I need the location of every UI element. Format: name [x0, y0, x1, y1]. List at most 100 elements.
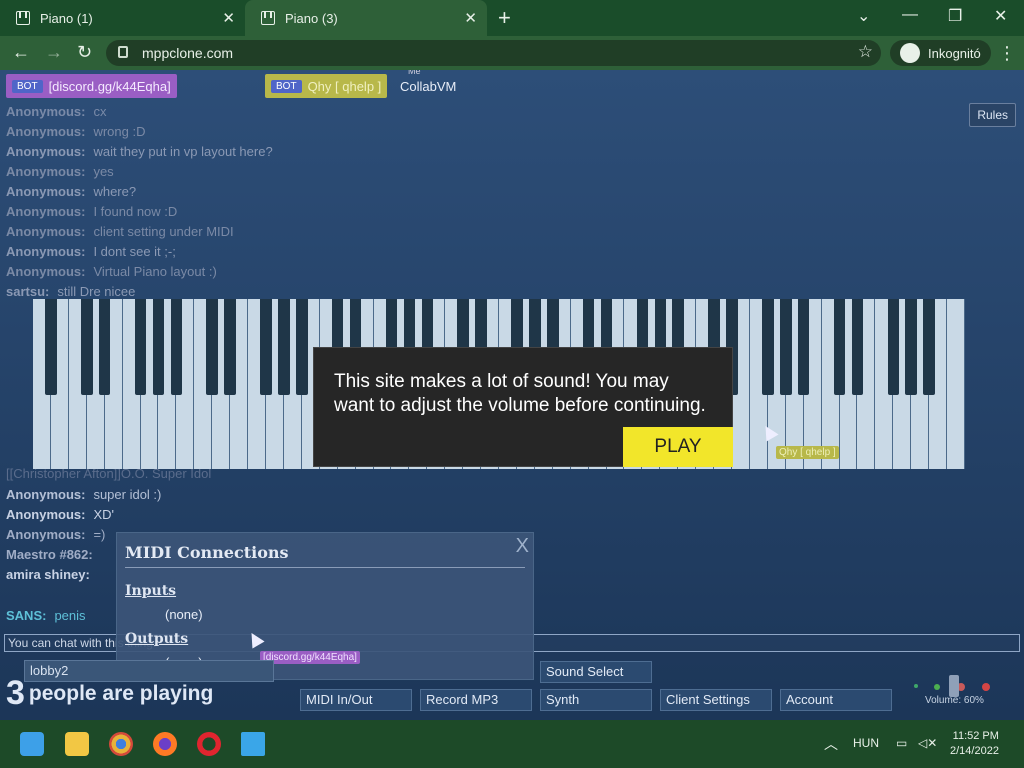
chat-message: Anonymous: I dont see it ;-; — [6, 244, 176, 259]
chat-text: Virtual Piano layout :) — [93, 264, 217, 279]
black-key[interactable] — [833, 299, 846, 395]
chat-author: Anonymous: — [6, 184, 86, 199]
black-key[interactable] — [45, 299, 57, 395]
minimize-window-button[interactable]: — — [902, 6, 918, 24]
chrome-icon[interactable] — [109, 732, 133, 756]
chat-author: SANS: — [6, 608, 47, 623]
play-button[interactable]: PLAY — [623, 427, 733, 467]
black-key[interactable] — [206, 299, 218, 395]
language-indicator[interactable]: HUN — [853, 736, 879, 750]
tab-title: Piano (1) — [40, 10, 93, 26]
player-tag-discord-bot[interactable]: BOT [discord.gg/k44Eqha] — [6, 74, 177, 98]
black-key[interactable] — [81, 299, 93, 395]
piano-favicon-icon — [261, 11, 275, 25]
chat-text: where? — [93, 184, 137, 199]
tab-piano-1[interactable]: Piano (1) ✕ — [0, 0, 245, 36]
midi-outputs-heading[interactable]: Outputs — [125, 631, 188, 647]
black-key[interactable] — [797, 299, 810, 395]
black-key[interactable] — [923, 299, 935, 395]
chat-text: penis — [54, 608, 86, 623]
volume-label: Volume: 60% — [925, 695, 984, 706]
player-count-number: 3 — [6, 674, 25, 712]
black-key[interactable] — [296, 299, 308, 395]
player-count: 3 people are playing — [6, 674, 213, 713]
player-tag-me[interactable]: Me CollabVM — [394, 70, 462, 98]
black-key[interactable] — [134, 299, 147, 395]
black-key[interactable] — [278, 299, 290, 395]
chat-message: amira shiney: — [6, 567, 98, 582]
incognito-label: Inkognitó — [928, 45, 981, 61]
midi-title: MIDI Connections — [125, 543, 289, 562]
volume-muted-icon[interactable]: ◁✕ — [918, 736, 937, 750]
midi-close-button[interactable]: X — [516, 535, 529, 558]
bookmark-star-icon[interactable]: ☆ — [858, 42, 873, 62]
rules-button[interactable]: Rules — [969, 103, 1016, 127]
black-key[interactable] — [98, 299, 111, 395]
omnibox[interactable]: mppclone.com ☆ — [106, 40, 881, 66]
black-key[interactable] — [224, 299, 236, 395]
chat-text: client setting under MIDI — [93, 224, 234, 239]
tab-title: Piano (3) — [285, 10, 338, 26]
chat-author: Anonymous: — [6, 527, 86, 542]
opera-icon[interactable] — [197, 732, 221, 756]
windows-start-icon[interactable] — [20, 732, 44, 756]
remote-cursor-label: [discord.gg/k44Eqha] — [260, 651, 360, 664]
volume-slider[interactable] — [949, 675, 959, 697]
close-tab-icon[interactable]: ✕ — [464, 9, 477, 27]
sound-select-button[interactable]: Sound Select — [540, 661, 652, 683]
restore-window-button[interactable]: ❐ — [948, 6, 962, 26]
chat-text: cx — [93, 104, 107, 119]
tab-search-icon[interactable]: ⌄ — [857, 6, 870, 26]
chat-text: super idol :) — [93, 487, 162, 502]
status-dot — [982, 683, 990, 691]
black-key[interactable] — [152, 299, 165, 395]
reload-icon[interactable]: ↻ — [77, 42, 92, 63]
notepad-icon[interactable] — [241, 732, 265, 756]
close-tab-icon[interactable]: ✕ — [222, 9, 235, 27]
black-key[interactable] — [887, 299, 900, 395]
chat-author: Anonymous: — [6, 224, 86, 239]
system-tray-expand-icon[interactable]: ︿ — [824, 734, 838, 754]
close-window-button[interactable]: ✕ — [994, 6, 1007, 26]
chat-author: Anonymous: — [6, 124, 86, 139]
synth-button[interactable]: Synth — [540, 689, 652, 711]
new-tab-button[interactable]: + — [498, 5, 511, 31]
player-tag-qhy-bot[interactable]: BOT Qhy [ qhelp ] — [265, 74, 388, 98]
black-key[interactable] — [762, 299, 774, 395]
browser-menu-icon[interactable]: ⋮ — [998, 43, 1016, 64]
black-key[interactable] — [780, 299, 792, 395]
chat-message: Anonymous: wrong :D — [6, 124, 145, 139]
black-key[interactable] — [851, 299, 864, 395]
record-mp3-button[interactable]: Record MP3 — [420, 689, 532, 711]
client-settings-button[interactable]: Client Settings — [660, 689, 772, 711]
midi-inputs-value: (none) — [165, 607, 203, 622]
midi-in-out-button[interactable]: MIDI In/Out — [300, 689, 412, 711]
chat-message: sartsu: still Dre nicee — [6, 284, 135, 299]
file-explorer-icon[interactable] — [65, 732, 89, 756]
white-key[interactable] — [947, 299, 965, 469]
midi-divider — [125, 567, 525, 568]
chat-text: I dont see it ;-; — [93, 244, 176, 259]
url-text: mppclone.com — [142, 45, 234, 61]
chat-message: Anonymous: super idol :) — [6, 487, 161, 502]
clock[interactable]: 11:52 PM 2/14/2022 — [950, 729, 999, 759]
chat-author: Anonymous: — [6, 244, 86, 259]
chat-text: wrong :D — [93, 124, 146, 139]
black-key[interactable] — [905, 299, 917, 395]
tab-piano-3[interactable]: Piano (3) ✕ — [245, 0, 487, 36]
back-icon[interactable]: ← — [12, 42, 30, 63]
network-icon[interactable]: ▭ — [896, 736, 907, 750]
chat-author: Anonymous: — [6, 164, 86, 179]
account-button[interactable]: Account — [780, 689, 892, 711]
lock-icon — [118, 46, 128, 58]
forward-icon[interactable]: → — [45, 42, 63, 63]
firefox-icon[interactable] — [153, 732, 177, 756]
incognito-indicator[interactable]: Inkognitó — [890, 40, 991, 66]
chat-text: I found now :D — [93, 204, 178, 219]
midi-inputs-heading[interactable]: Inputs — [125, 583, 176, 599]
black-key[interactable] — [170, 299, 183, 395]
sound-warning-dialog: This site makes a lot of sound! You may … — [313, 347, 733, 467]
chat-text: XD' — [93, 507, 114, 522]
black-key[interactable] — [260, 299, 272, 395]
chat-message: Anonymous: client setting under MIDI — [6, 224, 234, 239]
